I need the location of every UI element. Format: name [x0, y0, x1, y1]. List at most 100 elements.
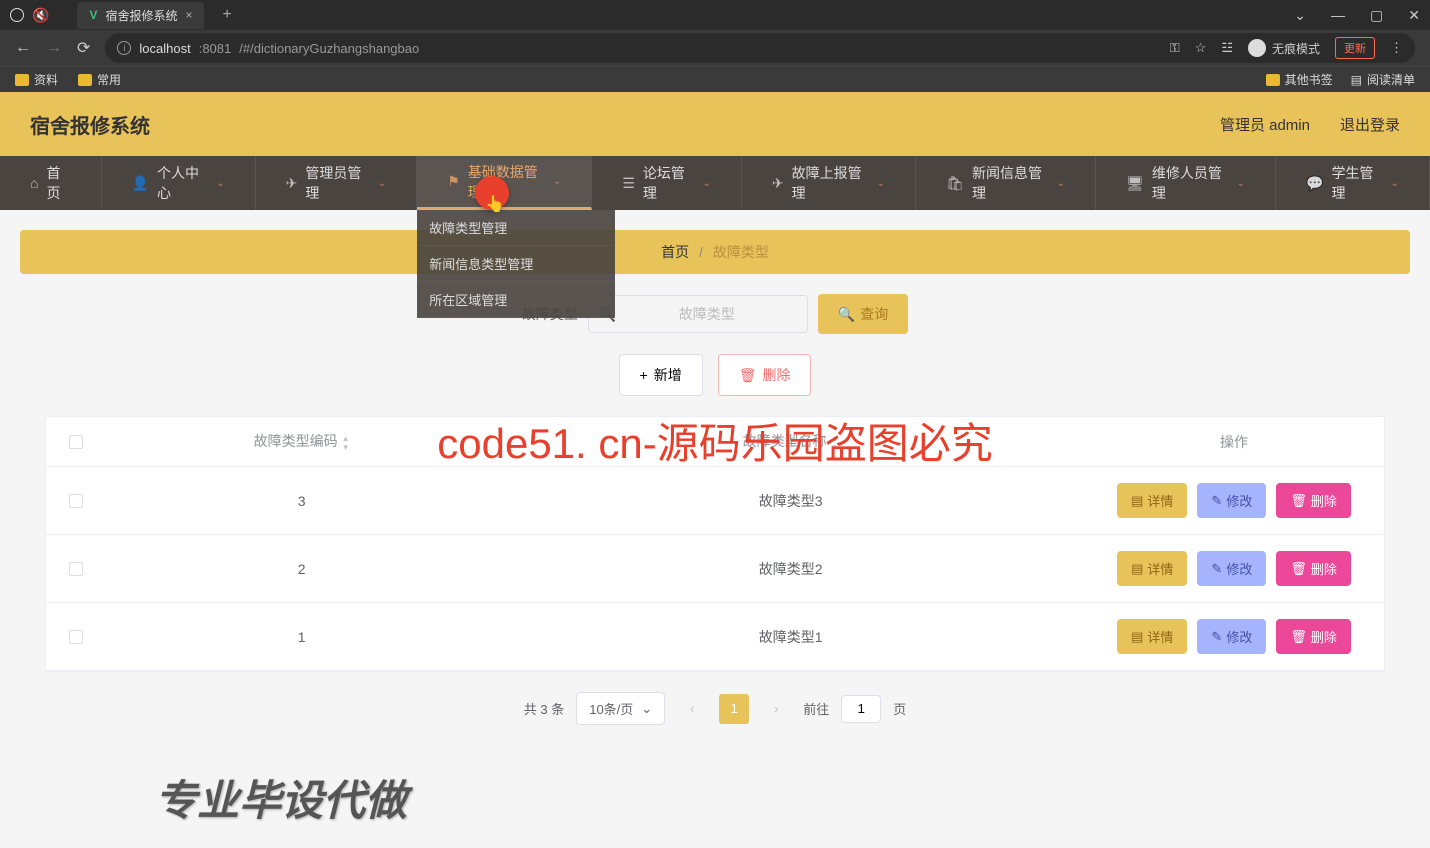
nav-student[interactable]: 💬学生管理⌄	[1276, 156, 1430, 210]
dropdown-region[interactable]: 所在区域管理	[417, 282, 615, 318]
close-window-icon[interactable]: ✕	[1408, 7, 1420, 24]
edit-icon: ✎	[1211, 493, 1222, 509]
search-button[interactable]: 🔍查询	[818, 294, 908, 334]
reload-icon[interactable]: ⟳	[77, 38, 90, 58]
url-input[interactable]: i localhost:8081/#/dictionaryGuzhangshan…	[105, 33, 1415, 63]
monitor-icon: 🖥	[1126, 175, 1144, 192]
nav-fault[interactable]: ✈故障上报管理⌄	[742, 156, 916, 210]
table-row: 2 故障类型2 ▤详情 ✎修改 🗑删除	[46, 535, 1384, 603]
folder-icon	[15, 74, 29, 86]
send-icon: ✈	[772, 175, 784, 192]
mute-icon[interactable]: 🔇	[32, 7, 49, 24]
search-input[interactable]: 🔍 故障类型	[588, 295, 808, 333]
bookmark-reading[interactable]: ▤阅读清单	[1351, 71, 1415, 88]
list-icon: ▤	[1351, 73, 1362, 87]
trash-icon: 🗑	[1290, 493, 1307, 509]
nav-personal[interactable]: 👤个人中心⌄	[102, 156, 256, 210]
row-checkbox[interactable]	[69, 562, 83, 576]
star-icon[interactable]: ☆	[1195, 40, 1207, 56]
delete-row-button[interactable]: 🗑删除	[1276, 551, 1351, 586]
goto-prefix: 前往	[803, 699, 829, 718]
edit-icon: ✎	[1211, 561, 1222, 577]
breadcrumb-home[interactable]: 首页	[661, 244, 689, 260]
header-ops: 操作	[1084, 432, 1384, 452]
main-nav: ⌂首页 👤个人中心⌄ ✈管理员管理⌄ ⚑基础数据管理⌄ 故障类型管理 新闻信息类…	[0, 156, 1430, 210]
sort-icon: ▲▼	[342, 434, 350, 452]
back-icon[interactable]: ←	[15, 39, 31, 57]
header-name[interactable]: 故障类型名称▲▼	[497, 431, 1084, 451]
detail-button[interactable]: ▤详情	[1117, 483, 1187, 518]
home-icon: ⌂	[30, 175, 38, 191]
user-label[interactable]: 管理员 admin	[1220, 114, 1310, 135]
select-all-checkbox[interactable]	[69, 435, 83, 449]
chat-icon: 💬	[1306, 175, 1323, 192]
cell-name: 故障类型2	[497, 559, 1084, 579]
browser-tabs-bar: 🔇 V 宿舍报修系统 × + ⌄ — ▢ ✕	[0, 0, 1430, 30]
nav-repair[interactable]: 🖥维修人员管理⌄	[1096, 156, 1276, 210]
delete-button[interactable]: 🗑删除	[718, 354, 812, 396]
nav-news[interactable]: 🛍新闻信息管理⌄	[916, 156, 1096, 210]
close-icon[interactable]: ×	[185, 8, 192, 22]
incognito-icon	[1248, 39, 1266, 57]
row-checkbox[interactable]	[69, 494, 83, 508]
detail-button[interactable]: ▤详情	[1117, 619, 1187, 654]
search-row: 故障类型 🔍 故障类型 🔍查询	[20, 294, 1410, 334]
nav-home[interactable]: ⌂首页	[0, 156, 102, 210]
prev-page-button[interactable]: ‹	[677, 694, 707, 724]
bookmarks-bar: 资料 常用 其他书签 ▤阅读清单	[0, 66, 1430, 92]
page-size-select[interactable]: 10条/页⌄	[576, 692, 665, 725]
table-row: 1 故障类型1 ▤详情 ✎修改 🗑删除	[46, 603, 1384, 671]
delete-row-button[interactable]: 🗑删除	[1276, 619, 1351, 654]
forward-icon[interactable]: →	[46, 39, 62, 57]
cursor-pointer-icon: 👆	[485, 194, 505, 214]
edit-button[interactable]: ✎修改	[1197, 551, 1266, 586]
bookmark-ziliao[interactable]: 资料	[15, 71, 58, 88]
dropdown-fault-type[interactable]: 故障类型管理	[417, 210, 615, 246]
globe-icon	[10, 8, 24, 22]
reader-icon[interactable]: ☳	[1221, 40, 1233, 56]
nav-admin[interactable]: ✈管理员管理⌄	[256, 156, 418, 210]
action-row: +新增 🗑删除	[20, 354, 1410, 396]
goto-page-input[interactable]	[841, 695, 881, 723]
bookmark-changyong[interactable]: 常用	[78, 71, 121, 88]
update-button[interactable]: 更新	[1335, 37, 1375, 59]
bookmark-other[interactable]: 其他书签	[1266, 71, 1333, 88]
list-icon: ☰	[622, 175, 635, 192]
edit-button[interactable]: ✎修改	[1197, 483, 1266, 518]
key-icon[interactable]: ⚿	[1170, 40, 1180, 56]
document-icon: ▤	[1131, 561, 1143, 577]
edit-button[interactable]: ✎修改	[1197, 619, 1266, 654]
breadcrumb-current: 故障类型	[713, 244, 769, 260]
maximize-icon[interactable]: ▢	[1370, 7, 1383, 24]
url-path: /#/dictionaryGuzhangshangbao	[239, 41, 419, 56]
add-button[interactable]: +新增	[619, 354, 703, 396]
incognito-indicator: 无痕模式	[1248, 39, 1320, 57]
trash-icon: 🗑	[1290, 629, 1307, 645]
content-area: 首页 / 故障类型 故障类型 🔍 故障类型 🔍查询 +新增 🗑删除 code51…	[0, 210, 1430, 765]
folder-icon	[78, 74, 92, 86]
header-code[interactable]: 故障类型编码▲▼	[106, 431, 497, 451]
detail-button[interactable]: ▤详情	[1117, 551, 1187, 586]
chevron-down-icon[interactable]: ⌄	[1294, 7, 1306, 24]
new-tab-button[interactable]: +	[222, 6, 231, 24]
breadcrumb: 首页 / 故障类型	[20, 230, 1410, 274]
cell-code: 3	[106, 493, 497, 509]
nav-forum[interactable]: ☰论坛管理⌄	[592, 156, 742, 210]
cell-name: 故障类型3	[497, 491, 1084, 511]
info-icon: i	[117, 41, 131, 55]
next-page-button[interactable]: ›	[761, 694, 791, 724]
cell-code: 1	[106, 629, 497, 645]
menu-icon[interactable]: ⋮	[1390, 40, 1403, 56]
cell-code: 2	[106, 561, 497, 577]
row-checkbox[interactable]	[69, 630, 83, 644]
delete-row-button[interactable]: 🗑删除	[1276, 483, 1351, 518]
url-port: :8081	[199, 41, 232, 56]
minimize-icon[interactable]: —	[1331, 7, 1345, 24]
page-number-button[interactable]: 1	[719, 694, 749, 724]
data-table: 故障类型编码▲▼ 故障类型名称▲▼ 操作 3 故障类型3 ▤详情 ✎修改 🗑删除…	[45, 416, 1385, 672]
document-icon: ▤	[1131, 629, 1143, 645]
browser-tab-active[interactable]: V 宿舍报修系统 ×	[77, 2, 204, 29]
tab-title: 宿舍报修系统	[105, 7, 177, 24]
dropdown-news-type[interactable]: 新闻信息类型管理	[417, 246, 615, 282]
logout-link[interactable]: 退出登录	[1340, 114, 1400, 135]
